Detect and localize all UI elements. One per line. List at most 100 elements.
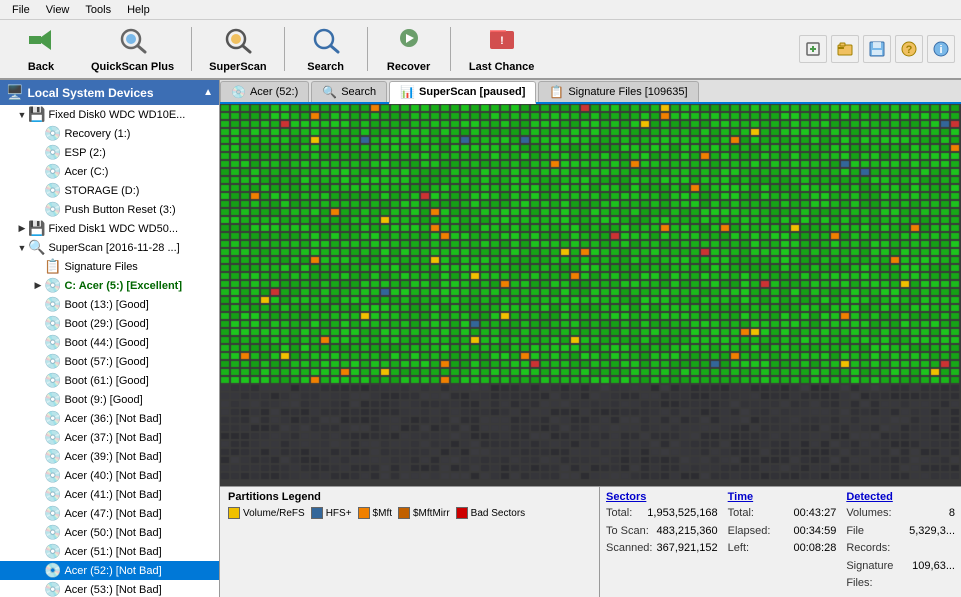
legend-color xyxy=(398,507,410,519)
tree-item-esp[interactable]: 💿 ESP (2:) xyxy=(0,143,219,162)
tree-item-acer52[interactable]: 💿 Acer (52:) [Not Bad] xyxy=(0,561,219,580)
save-button[interactable] xyxy=(863,35,891,63)
tab-icon-sigfiles: 📋 xyxy=(549,85,564,99)
tree-label-acer52: Acer (52:) [Not Bad] xyxy=(64,565,161,577)
search-button[interactable]: Search xyxy=(291,23,361,75)
tree-label-boot13: Boot (13:) [Good] xyxy=(64,299,148,311)
legend-title: Partitions Legend xyxy=(228,491,591,503)
stat-col-sectors: Sectors Total: 1,953,525,168 To Scan: 48… xyxy=(606,491,718,593)
tree-icon-acer41: 💿 xyxy=(44,486,61,503)
tab-label-superscan: SuperScan [paused] xyxy=(419,86,525,98)
tree-item-acer53[interactable]: 💿 Acer (53:) [Not Bad] xyxy=(0,580,219,597)
tree-icon-storage_d: 💿 xyxy=(44,182,61,199)
tree-icon-acer50: 💿 xyxy=(44,524,61,541)
tree-item-acer51[interactable]: 💿 Acer (51:) [Not Bad] xyxy=(0,542,219,561)
tab-search[interactable]: 🔍Search xyxy=(311,81,387,102)
stats-area: Sectors Total: 1,953,525,168 To Scan: 48… xyxy=(600,487,961,597)
tree-item-fixed1[interactable]: ▶ 💾 Fixed Disk1 WDC WD50... xyxy=(0,219,219,238)
new-button[interactable] xyxy=(799,35,827,63)
stat-row: File Records: 5,329,3... xyxy=(846,523,955,558)
tree-item-acer50[interactable]: 💿 Acer (50:) [Not Bad] xyxy=(0,523,219,542)
tree-item-boot57[interactable]: 💿 Boot (57:) [Good] xyxy=(0,352,219,371)
tree-item-boot44[interactable]: 💿 Boot (44:) [Good] xyxy=(0,333,219,352)
tree-item-acer40[interactable]: 💿 Acer (40:) [Not Bad] xyxy=(0,466,219,485)
menu-help[interactable]: Help xyxy=(119,2,158,18)
tree-label-acer47: Acer (47:) [Not Bad] xyxy=(64,508,161,520)
menu-tools[interactable]: Tools xyxy=(77,2,119,18)
legend-color xyxy=(311,507,323,519)
legend-item: $Mft xyxy=(358,507,392,519)
tree-item-acer41[interactable]: 💿 Acer (41:) [Not Bad] xyxy=(0,485,219,504)
lastchance-button[interactable]: ! Last Chance xyxy=(457,23,547,75)
tree-label-acer36: Acer (36:) [Not Bad] xyxy=(64,413,161,425)
legend-area: Partitions Legend Volume/ReFS HFS+ $Mft … xyxy=(220,487,600,597)
stat-label: Signature Files: xyxy=(846,558,908,593)
tree-item-acer37[interactable]: 💿 Acer (37:) [Not Bad] xyxy=(0,428,219,447)
tree-label-superscan: SuperScan [2016-11-28 ...] xyxy=(48,242,179,254)
tree-item-storage_d[interactable]: 💿 STORAGE (D:) xyxy=(0,181,219,200)
legend-color xyxy=(456,507,468,519)
help-button[interactable]: ? xyxy=(895,35,923,63)
tree-item-pushbtn[interactable]: 💿 Push Button Reset (3:) xyxy=(0,200,219,219)
tab-superscan[interactable]: 📊 SuperScan [paused] xyxy=(389,81,536,104)
tree-item-acer36[interactable]: 💿 Acer (36:) [Not Bad] xyxy=(0,409,219,428)
tree-toggle-superscan[interactable]: ▼ xyxy=(16,243,28,253)
legend-items: Volume/ReFS HFS+ $Mft $MftMirr Bad Secto… xyxy=(228,507,591,519)
tree-item-boot29[interactable]: 💿 Boot (29:) [Good] xyxy=(0,314,219,333)
menu-view[interactable]: View xyxy=(38,2,78,18)
tree-label-acer40: Acer (40:) [Not Bad] xyxy=(64,470,161,482)
open-button[interactable] xyxy=(831,35,859,63)
tree-icon-boot9: 💿 xyxy=(44,391,61,408)
tab-acer52[interactable]: 💿Acer (52:) xyxy=(220,81,309,102)
back-button[interactable]: Back xyxy=(6,23,76,75)
stat-label: Elapsed: xyxy=(728,523,771,541)
tree-item-superscan[interactable]: ▼ 🔍 SuperScan [2016-11-28 ...] xyxy=(0,238,219,257)
stat-col-time: Time Total: 00:43:27 Elapsed: 00:34:59 L… xyxy=(728,491,837,593)
tree-icon-esp: 💿 xyxy=(44,144,61,161)
separator-1 xyxy=(191,27,192,71)
scan-canvas xyxy=(220,104,961,486)
stat-row: To Scan: 483,215,360 xyxy=(606,523,718,541)
tree-area[interactable]: ▼ 💾 Fixed Disk0 WDC WD10E... 💿 Recovery … xyxy=(0,105,219,597)
tree-toggle-fixed1[interactable]: ▶ xyxy=(16,223,28,234)
main-content: 🖥️ Local System Devices ▲ ▼ 💾 Fixed Disk… xyxy=(0,80,961,597)
tree-item-acer47[interactable]: 💿 Acer (47:) [Not Bad] xyxy=(0,504,219,523)
tree-item-boot9[interactable]: 💿 Boot (9:) [Good] xyxy=(0,390,219,409)
tree-item-acer39[interactable]: 💿 Acer (39:) [Not Bad] xyxy=(0,447,219,466)
stat-value: 483,215,360 xyxy=(653,523,718,541)
tree-icon-sigfiles: 📋 xyxy=(44,258,61,275)
tree-item-boot61[interactable]: 💿 Boot (61:) [Good] xyxy=(0,371,219,390)
tree-icon-boot57: 💿 xyxy=(44,353,61,370)
tree-icon-c_acer5: 💿 xyxy=(44,277,61,294)
tree-label-acer51: Acer (51:) [Not Bad] xyxy=(64,546,161,558)
tree-item-recovery[interactable]: 💿 Recovery (1:) xyxy=(0,124,219,143)
tree-item-boot13[interactable]: 💿 Boot (13:) [Good] xyxy=(0,295,219,314)
tree-item-acer_c[interactable]: 💿 Acer (C:) xyxy=(0,162,219,181)
recover-button[interactable]: Recover xyxy=(374,23,444,75)
separator-3 xyxy=(367,27,368,71)
tree-icon-acer36: 💿 xyxy=(44,410,61,427)
menu-file[interactable]: File xyxy=(4,2,38,18)
lastchance-label: Last Chance xyxy=(469,61,534,73)
tree-icon-acer39: 💿 xyxy=(44,448,61,465)
panel-scroll-up[interactable]: ▲ xyxy=(203,87,213,98)
lastchance-icon: ! xyxy=(486,26,518,59)
menu-bar: File View Tools Help xyxy=(0,0,961,20)
quickscan-button[interactable]: QuickScan Plus xyxy=(80,23,185,75)
tree-toggle-fixed0[interactable]: ▼ xyxy=(16,110,28,120)
tree-item-sigfiles[interactable]: 📋 Signature Files xyxy=(0,257,219,276)
tree-item-fixed0[interactable]: ▼ 💾 Fixed Disk0 WDC WD10E... xyxy=(0,105,219,124)
stat-label: Total: xyxy=(606,505,632,523)
tree-icon-acer53: 💿 xyxy=(44,581,61,597)
quickscan-label: QuickScan Plus xyxy=(91,61,174,73)
tree-toggle-c_acer5[interactable]: ▶ xyxy=(32,280,44,291)
legend-item: Bad Sectors xyxy=(456,507,525,519)
tree-label-esp: ESP (2:) xyxy=(64,147,105,159)
stat-header-detected[interactable]: Detected xyxy=(846,491,955,503)
tree-item-c_acer5[interactable]: ▶ 💿 C: Acer (5:) [Excellent] xyxy=(0,276,219,295)
superscan-button[interactable]: SuperScan xyxy=(198,23,277,75)
tree-icon-acer47: 💿 xyxy=(44,505,61,522)
tab-sigfiles[interactable]: 📋Signature Files [109635] xyxy=(538,81,698,102)
info-button[interactable]: i xyxy=(927,35,955,63)
tab-icon-superscan: 📊 xyxy=(400,85,415,99)
